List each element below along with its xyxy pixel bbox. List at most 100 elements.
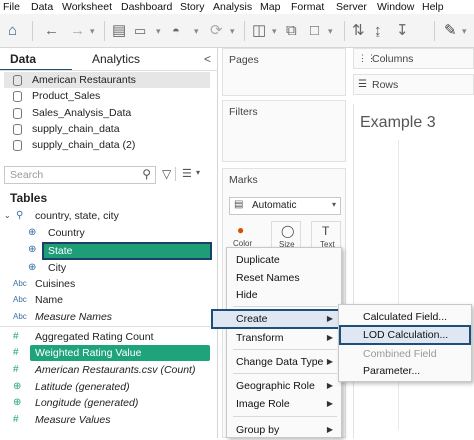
menu-separator [233,306,337,307]
menu-file[interactable]: File [3,1,20,13]
chevron-down-icon[interactable]: ▾ [196,168,200,177]
hierarchy-icon: ⚲ [16,210,24,221]
new-datasource-icon[interactable]: ▭ [134,22,146,40]
duplicate-sheet-icon[interactable]: ⧉ [286,22,297,40]
search-icon[interactable]: ⚲ [142,167,151,181]
field-restaurants-count[interactable]: # American Restaurants.csv (Count) [0,362,210,378]
pages-shelf[interactable]: Pages [222,48,346,96]
chevron-down-icon[interactable]: ▾ [90,22,95,40]
chevron-down-icon[interactable]: ▾ [230,22,235,40]
new-worksheet-icon[interactable]: ◫ [252,22,266,40]
menu-item-calculated-field[interactable]: Calculated Field... [339,307,471,327]
rows-shelf[interactable]: ☰ Rows [353,74,474,95]
forward-icon[interactable]: → [70,22,85,40]
menu-separator [233,373,337,374]
chevron-down-icon[interactable]: ▾ [272,22,277,40]
menu-map[interactable]: Map [260,1,280,13]
chevron-right-icon: ▶ [326,357,333,366]
globe-icon: ⊕ [28,244,37,255]
hash-icon: # [13,364,19,375]
tab-analytics[interactable]: Analytics [92,48,162,70]
filters-shelf[interactable]: Filters [222,100,346,162]
pause-updates-icon[interactable]: ◓ [172,22,180,40]
menu-item-change-data-type[interactable]: Change Data Type ▶ [227,352,341,372]
field-measure-values[interactable]: # Measure Values [0,412,210,428]
sheet-title: Example 3 [360,114,436,131]
swap-icon[interactable]: ⇅ [352,22,365,40]
toolbar: ⌂ ← → ▾ ▤ ▭ ▾ ◓ ▾ ⟳ ▾ ◫ ▾ ⧉ □ ▾ ⇅ ↨ ↧ ✎ … [0,14,474,48]
menu-bar: File Data Worksheet Dashboard Story Anal… [0,0,474,14]
chevron-down-icon[interactable]: ▾ [328,22,333,40]
menu-window[interactable]: Window [377,1,414,13]
hash-icon: # [13,347,19,358]
menu-item-duplicate[interactable]: Duplicate [227,250,341,270]
field-latitude[interactable]: ⊕ Latitude (generated) [0,379,210,395]
menu-separator [233,416,337,417]
search-box[interactable]: Search ⚲ [4,166,156,184]
chevron-right-icon: ▶ [326,314,333,323]
menu-item-lod-calculation[interactable]: LOD Calculation... [339,325,471,345]
chevron-down-icon[interactable]: ▾ [462,22,467,40]
menu-worksheet[interactable]: Worksheet [62,1,112,13]
hash-icon: # [13,414,19,425]
mark-type-dropdown[interactable]: ▤ Automatic ▾ [229,197,341,215]
menu-dashboard[interactable]: Dashboard [121,1,172,13]
field-country[interactable]: ⊕ Country [0,225,210,241]
menu-item-parameter[interactable]: Parameter... [339,361,471,381]
field-weighted-rating-value[interactable]: # Weighted Rating Value [0,345,210,361]
datasource-item[interactable]: Product_Sales [4,88,210,104]
menu-story[interactable]: Story [180,1,205,13]
field-longitude[interactable]: ⊕ Longitude (generated) [0,395,210,411]
chevron-right-icon: ▶ [326,399,333,408]
menu-format[interactable]: Format [291,1,324,13]
hierarchy-row[interactable]: ⌄ ⚲ country, state, city [0,208,210,224]
search-input[interactable]: Search [10,169,43,181]
datasource-item[interactable]: supply_chain_data (2) [4,137,210,153]
expand-icon[interactable]: ⌄ [4,208,11,224]
menu-item-geographic-role[interactable]: Geographic Role ▶ [227,376,341,396]
menu-analysis[interactable]: Analysis [213,1,252,13]
abc-icon: Abc [13,312,27,321]
menu-item-transform[interactable]: Transform ▶ [227,328,341,348]
chevron-down-icon[interactable]: ▾ [156,22,161,40]
database-icon [13,124,22,135]
filter-icon[interactable]: ▽ [162,167,171,181]
field-state[interactable]: ⊕ State [0,242,212,260]
chevron-right-icon: ▶ [326,425,333,434]
globe-icon: ⊕ [28,227,37,238]
field-name[interactable]: Abc Name [0,292,210,308]
highlight-icon[interactable]: ✎ [444,22,457,40]
clear-sheet-icon[interactable]: □ [310,22,319,40]
database-icon [13,75,22,86]
menu-item-hide[interactable]: Hide [227,285,341,305]
menu-item-create[interactable]: Create ▶ [211,309,341,329]
tab-divider [0,70,218,71]
worksheet-canvas[interactable]: Example 3 [353,104,474,438]
data-pane: Data Analytics < American Restaurants Pr… [0,48,218,438]
tab-data[interactable]: Data [10,48,70,70]
size-icon: ◯ [281,224,295,238]
datasource-item[interactable]: Sales_Analysis_Data [4,105,210,121]
sort-descending-icon[interactable]: ↧ [396,22,409,40]
field-city[interactable]: ⊕ City [0,260,210,276]
datasource-item[interactable]: supply_chain_data [4,121,210,137]
save-icon[interactable]: ▤ [112,22,126,40]
columns-shelf[interactable]: ⋮⋮ Columns [353,48,474,69]
sort-ascending-icon[interactable]: ↨ [374,22,382,40]
menu-data[interactable]: Data [31,1,53,13]
hash-icon: # [13,331,19,342]
menu-item-image-role[interactable]: Image Role ▶ [227,394,341,414]
menu-help[interactable]: Help [422,1,444,13]
datasource-item[interactable]: American Restaurants [4,72,210,88]
field-measure-names[interactable]: Abc Measure Names [0,309,210,325]
menu-server[interactable]: Server [336,1,367,13]
view-options-icon[interactable]: ☰ [182,167,192,180]
refresh-icon[interactable]: ⟳ [210,22,223,40]
field-cuisines[interactable]: Abc Cuisines [0,276,210,292]
collapse-pane-button[interactable]: < [204,48,214,70]
menu-item-group-by[interactable]: Group by ▶ [227,420,341,440]
back-icon[interactable]: ← [44,22,59,40]
field-aggregated-rating-count[interactable]: # Aggregated Rating Count [0,329,210,345]
chevron-down-icon[interactable]: ▾ [194,22,199,40]
home-icon[interactable]: ⌂ [8,22,17,40]
